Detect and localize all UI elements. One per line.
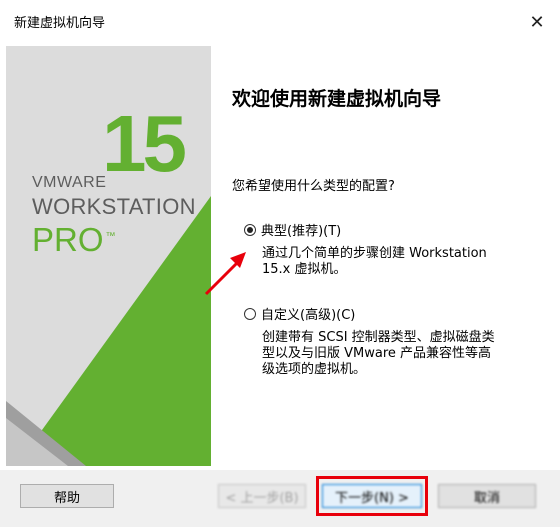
logo-version-number: 15: [102, 99, 187, 188]
branding-panel: 15 VMWARE WORKSTATION PRO ™: [6, 46, 211, 466]
custom-desc-line: 创建带有 SCSI 控制器类型、虚拟磁盘类: [262, 330, 495, 345]
option-custom[interactable]: 自定义(高级)(C): [244, 304, 355, 323]
title-bar: 新建虚拟机向导 ✕: [0, 0, 560, 44]
logo-edition: PRO ™: [32, 221, 116, 259]
annotation-arrow: [204, 252, 246, 296]
typical-description: 通过几个简单的步骤创建 Workstation 15.x 虚拟机。: [262, 246, 487, 278]
back-button[interactable]: < 上一步(B): [218, 484, 306, 508]
custom-desc-line: 型以及与旧版 VMware 产品兼容性等高: [262, 346, 492, 361]
typical-desc-line: 通过几个简单的步骤创建 Workstation: [262, 246, 487, 261]
logo-product: WORKSTATION: [32, 194, 196, 219]
custom-description: 创建带有 SCSI 控制器类型、虚拟磁盘类 型以及与旧版 VMware 产品兼容…: [262, 330, 495, 378]
help-button[interactable]: 帮助: [20, 484, 114, 508]
custom-label: 自定义(高级)(C): [261, 308, 356, 323]
arrow-shaft: [204, 258, 242, 296]
custom-radio[interactable]: [244, 307, 256, 320]
next-button[interactable]: 下一步(N) >: [322, 484, 422, 508]
config-question: 您希望使用什么类型的配置?: [232, 179, 395, 194]
close-icon: ✕: [529, 11, 545, 33]
close-button[interactable]: ✕: [514, 0, 560, 44]
logo-trademark: ™: [105, 231, 116, 242]
option-typical[interactable]: 典型(推荐)(T): [244, 220, 341, 239]
typical-label: 典型(推荐)(T): [261, 224, 342, 239]
typical-desc-line: 15.x 虚拟机。: [262, 262, 347, 277]
logo-edition-text: PRO: [32, 221, 104, 258]
typical-radio[interactable]: [244, 223, 256, 236]
page-title: 欢迎使用新建虚拟机向导: [232, 88, 442, 110]
custom-desc-line: 级选项的虚拟机。: [262, 362, 367, 377]
logo-brand: VMWARE: [32, 174, 107, 191]
window-title: 新建虚拟机向导: [14, 16, 106, 31]
cancel-button[interactable]: 取消: [438, 484, 536, 508]
